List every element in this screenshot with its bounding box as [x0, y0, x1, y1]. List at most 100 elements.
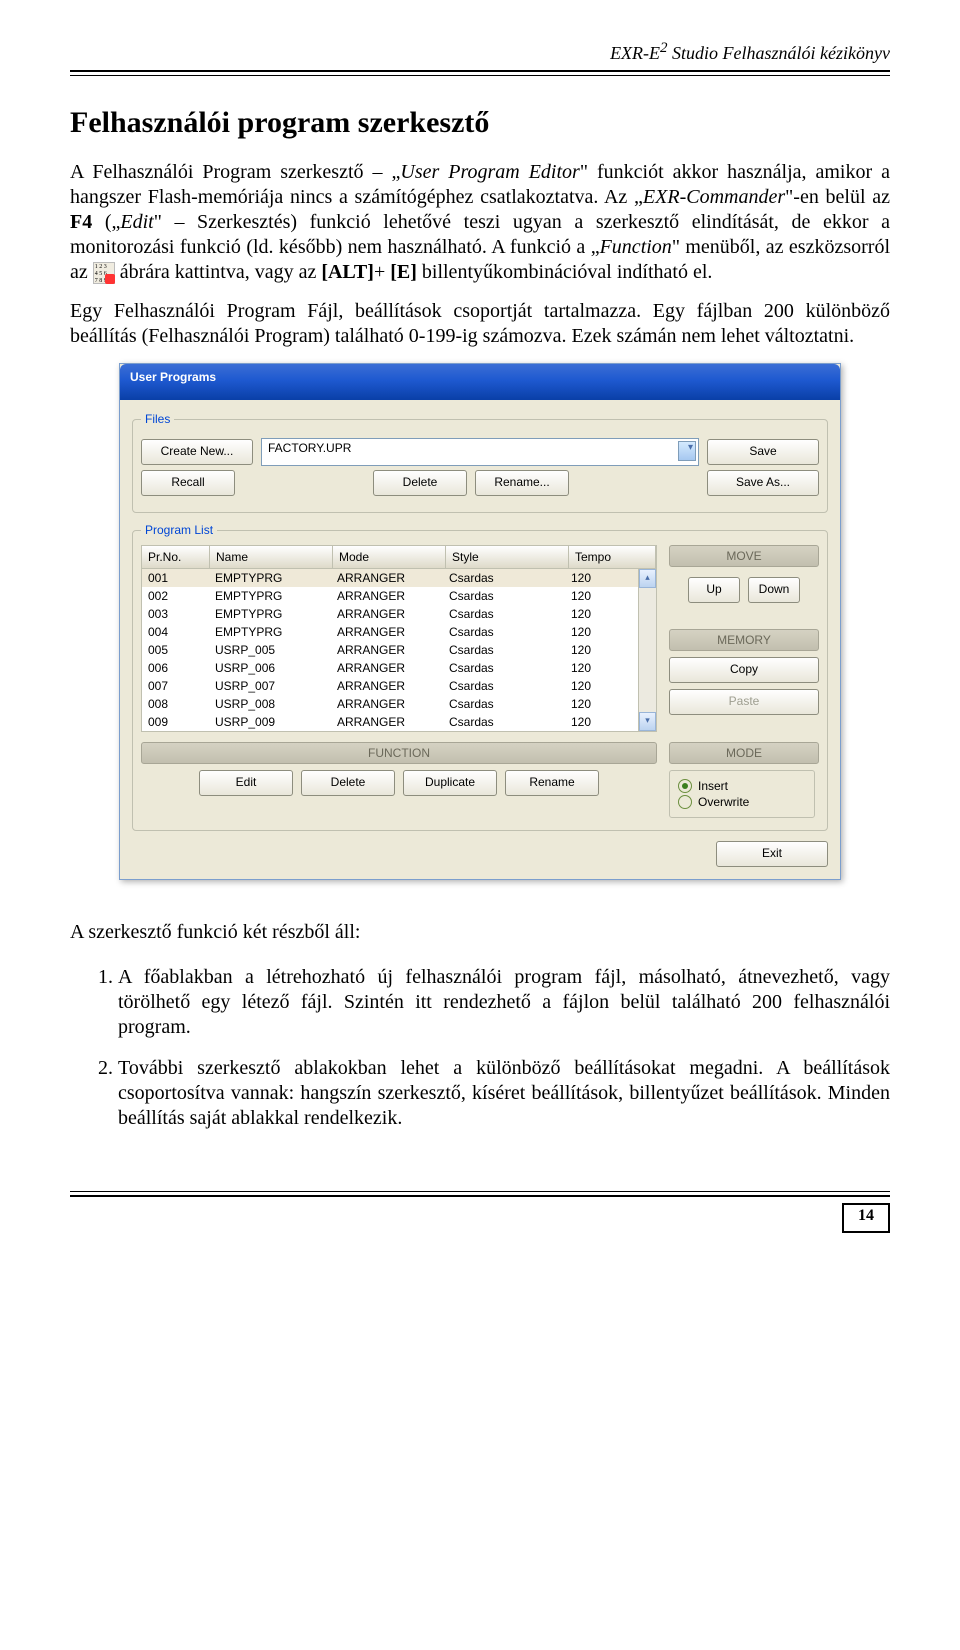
col-header-tempo[interactable]: Tempo [569, 546, 656, 568]
file-select-value: FACTORY.UPR [268, 441, 351, 455]
table-row[interactable]: 003EMPTYPRGARRANGERCsardas120 [142, 605, 638, 623]
cell-name: USRP_007 [209, 677, 331, 695]
fn-delete-button[interactable]: Delete [301, 770, 395, 796]
create-new-button[interactable]: Create New... [141, 439, 253, 465]
dialog-titlebar[interactable]: User Programs [120, 364, 840, 400]
table-row[interactable]: 008USRP_008ARRANGERCsardas120 [142, 695, 638, 713]
save-button[interactable]: Save [707, 439, 819, 465]
table-row[interactable]: 001EMPTYPRGARRANGERCsardas120 [142, 569, 638, 587]
col-header-prno[interactable]: Pr.No. [142, 546, 210, 568]
table-row[interactable]: 004EMPTYPRGARRANGERCsardas120 [142, 623, 638, 641]
col-header-name[interactable]: Name [210, 546, 333, 568]
header-suffix: Studio Felhasználói kézikönyv [668, 43, 890, 63]
table-header[interactable]: Pr.No. Name Mode Style Tempo [141, 545, 657, 568]
cell-prno: 009 [142, 713, 209, 731]
cell-name: EMPTYPRG [209, 587, 331, 605]
cell-tempo: 120 [565, 605, 638, 623]
edit-button[interactable]: Edit [199, 770, 293, 796]
doc-header: EXR-E2 Studio Felhasználói kézikönyv [70, 40, 890, 64]
cell-tempo: 120 [565, 641, 638, 659]
footer-divider [70, 1191, 890, 1197]
program-list-group: Program List Pr.No. Name Mode Style Temp… [132, 523, 828, 831]
memory-panel-head: MEMORY [669, 629, 819, 651]
cell-prno: 007 [142, 677, 209, 695]
cell-name: USRP_008 [209, 695, 331, 713]
cell-prno: 002 [142, 587, 209, 605]
paragraph-1: A Felhasználói Program szerkesztő – „Use… [70, 160, 890, 285]
cell-tempo: 120 [565, 587, 638, 605]
move-up-button[interactable]: Up [688, 577, 740, 603]
cell-style: Csardas [443, 569, 565, 587]
radio-overwrite[interactable]: Overwrite [678, 795, 806, 809]
cell-mode: ARRANGER [331, 677, 443, 695]
cell-prno: 001 [142, 569, 209, 587]
cell-name: USRP_009 [209, 713, 331, 731]
cell-prno: 006 [142, 659, 209, 677]
cell-style: Csardas [443, 695, 565, 713]
paragraph-2: Egy Felhasználói Program Fájl, beállítás… [70, 299, 890, 349]
files-legend: Files [141, 412, 174, 426]
table-body[interactable]: 001EMPTYPRGARRANGERCsardas120002EMPTYPRG… [141, 568, 657, 732]
radio-insert[interactable]: Insert [678, 779, 806, 793]
cell-name: EMPTYPRG [209, 623, 331, 641]
col-header-mode[interactable]: Mode [333, 546, 446, 568]
cell-name: EMPTYPRG [209, 569, 331, 587]
cell-tempo: 120 [565, 659, 638, 677]
cell-prno: 008 [142, 695, 209, 713]
cell-style: Csardas [443, 605, 565, 623]
section-title: Felhasználói program szerkesztő [70, 106, 890, 140]
file-select[interactable]: FACTORY.UPR [261, 438, 699, 466]
table-row[interactable]: 007USRP_007ARRANGERCsardas120 [142, 677, 638, 695]
recall-button[interactable]: Recall [141, 470, 235, 496]
cell-mode: ARRANGER [331, 605, 443, 623]
mode-panel-head: MODE [669, 742, 819, 764]
cell-mode: ARRANGER [331, 659, 443, 677]
header-prefix: EXR-E [610, 43, 660, 63]
move-down-button[interactable]: Down [748, 577, 800, 603]
user-programs-dialog: User Programs Files Create New... FACTOR… [119, 363, 841, 880]
scrollbar[interactable]: ▴ ▾ [638, 569, 656, 731]
cell-mode: ARRANGER [331, 713, 443, 731]
paste-button[interactable]: Paste [669, 689, 819, 715]
scroll-down-icon[interactable]: ▾ [639, 712, 656, 731]
save-as-button[interactable]: Save As... [707, 470, 819, 496]
fn-rename-button[interactable]: Rename [505, 770, 599, 796]
dialog-title-text: User Programs [130, 370, 216, 384]
cell-name: EMPTYPRG [209, 605, 331, 623]
cell-tempo: 120 [565, 695, 638, 713]
cell-name: USRP_005 [209, 641, 331, 659]
cell-style: Csardas [443, 623, 565, 641]
radio-unchecked-icon [678, 795, 692, 809]
list-item: További szerkesztő ablakokban lehet a kü… [118, 1056, 890, 1131]
duplicate-button[interactable]: Duplicate [403, 770, 497, 796]
numbered-list: A főablakban a létrehozható új felhaszná… [70, 965, 890, 1131]
table-row[interactable]: 005USRP_005ARRANGERCsardas120 [142, 641, 638, 659]
files-delete-button[interactable]: Delete [373, 470, 467, 496]
cell-style: Csardas [443, 677, 565, 695]
cell-mode: ARRANGER [331, 695, 443, 713]
files-rename-button[interactable]: Rename... [475, 470, 569, 496]
scroll-track[interactable] [639, 588, 656, 712]
copy-button[interactable]: Copy [669, 657, 819, 683]
exit-button[interactable]: Exit [716, 841, 828, 867]
cell-style: Csardas [443, 659, 565, 677]
cell-mode: ARRANGER [331, 641, 443, 659]
cell-style: Csardas [443, 641, 565, 659]
cell-prno: 005 [142, 641, 209, 659]
col-header-style[interactable]: Style [446, 546, 569, 568]
files-group: Files Create New... FACTORY.UPR Save Rec… [132, 412, 828, 513]
proglist-legend: Program List [141, 523, 217, 537]
cell-mode: ARRANGER [331, 587, 443, 605]
page-number: 14 [842, 1203, 890, 1233]
cell-tempo: 120 [565, 713, 638, 731]
cell-mode: ARRANGER [331, 569, 443, 587]
header-divider [70, 70, 890, 76]
table-row[interactable]: 006USRP_006ARRANGERCsardas120 [142, 659, 638, 677]
radio-insert-label: Insert [698, 779, 728, 793]
table-row[interactable]: 002EMPTYPRGARRANGERCsardas120 [142, 587, 638, 605]
radio-overwrite-label: Overwrite [698, 795, 749, 809]
cell-tempo: 120 [565, 677, 638, 695]
table-row[interactable]: 009USRP_009ARRANGERCsardas120 [142, 713, 638, 731]
scroll-up-icon[interactable]: ▴ [639, 569, 656, 588]
cell-prno: 004 [142, 623, 209, 641]
